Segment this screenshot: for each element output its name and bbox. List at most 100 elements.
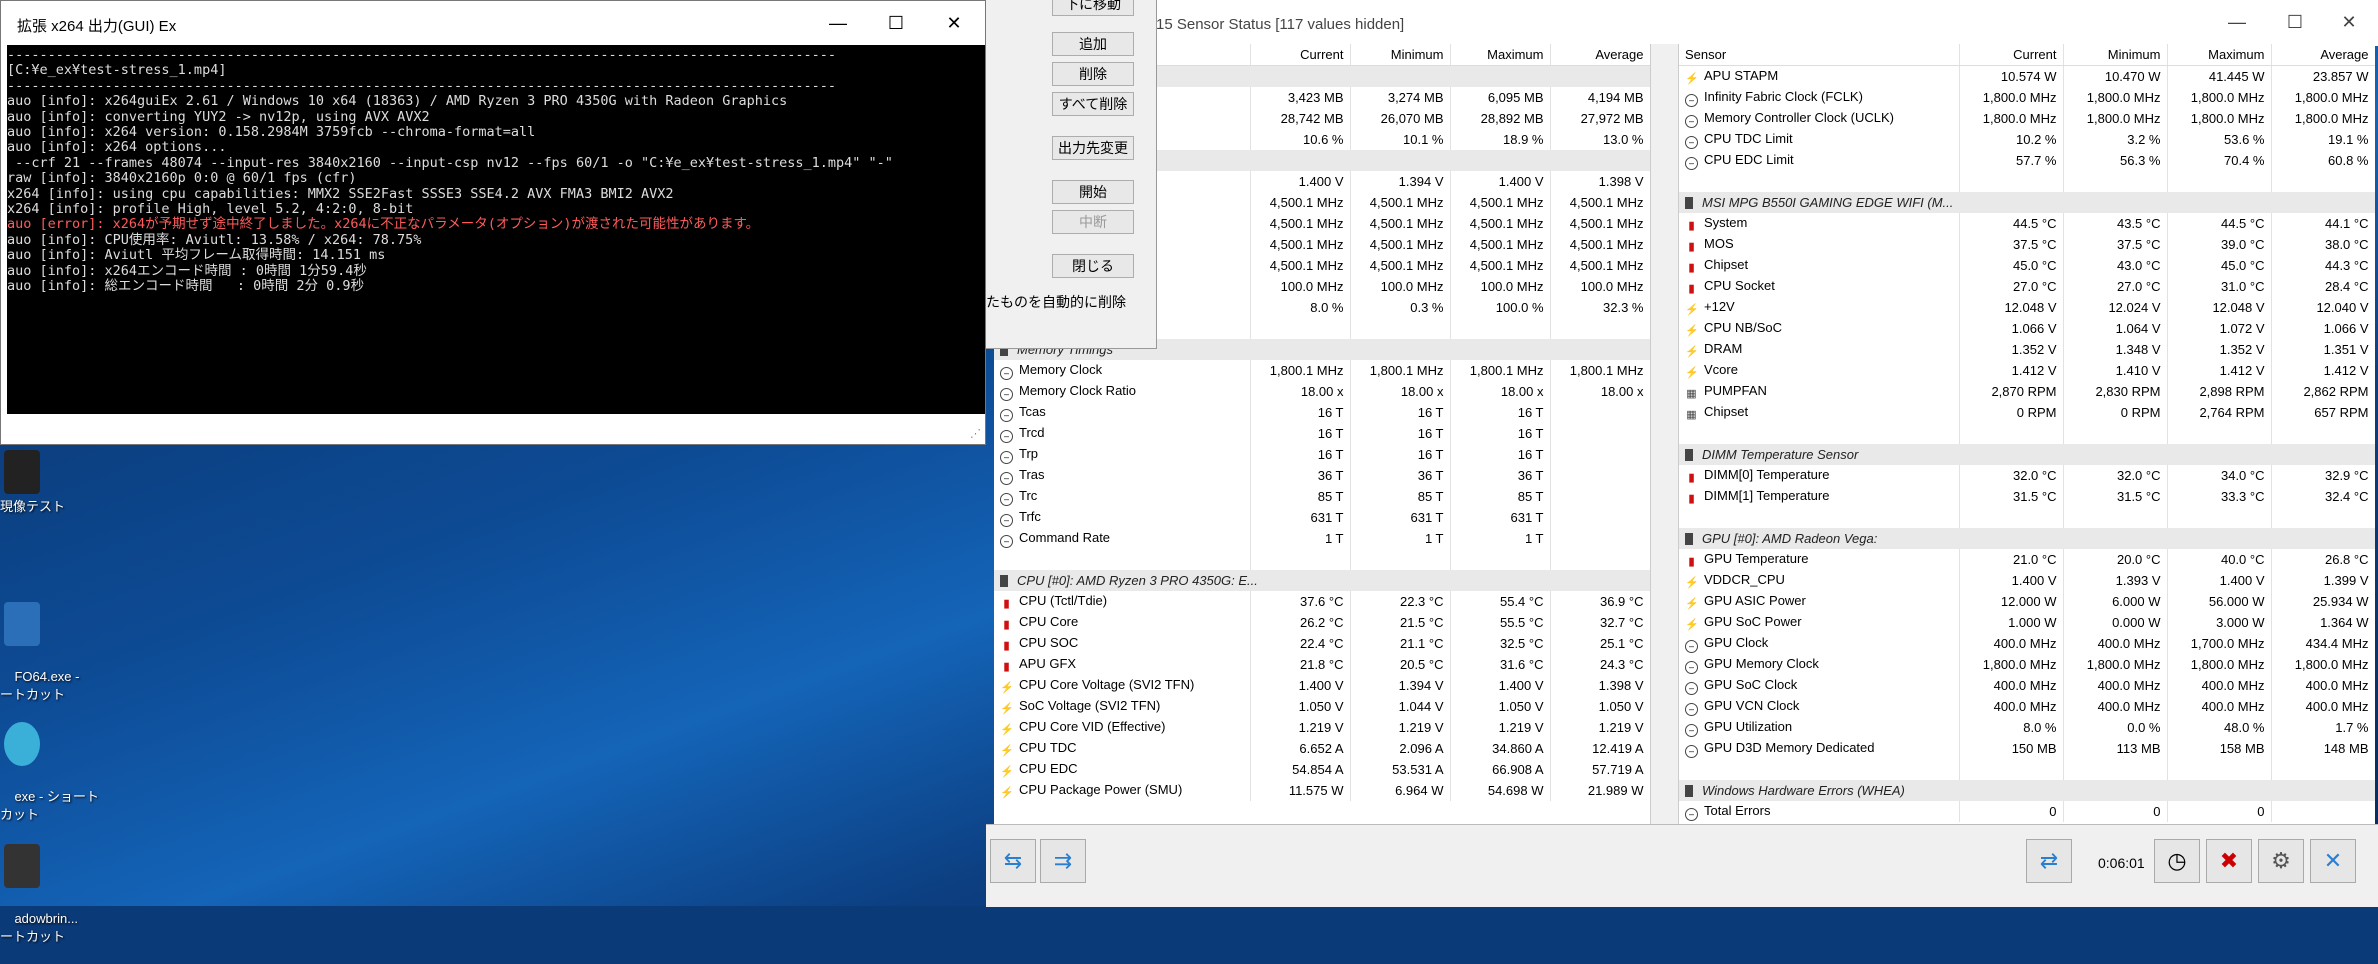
sensor-row[interactable]: ⚡ DRAM 1.352 V 1.348 V 1.352 V 1.351 V [1679,339,2375,360]
prev-sensor-icon[interactable]: ⇆ [990,839,1036,883]
sensor-group-header[interactable]: DIMM Temperature Sensor [1679,444,2375,465]
change-output-button[interactable]: 出力先変更 [1052,136,1134,160]
sensor-row[interactable]: ▮ MOS 37.5 °C 37.5 °C 39.0 °C 38.0 °C [1679,234,2375,255]
resize-grip-icon[interactable]: ⋰ [970,427,981,440]
sensor-row[interactable]: ⚡ CPU NB/SoC 1.066 V 1.064 V 1.072 V 1.066 V [1679,318,2375,339]
sensor-row[interactable]: ▮ DIMM[0] Temperature 32.0 °C 32.0 °C 34.0 °… [1679,465,2375,486]
sensor-row[interactable]: ⚡ VDDCR_CPU 1.400 V 1.393 V 1.400 V 1.399 V [1679,570,2375,591]
sensor-row[interactable]: – GPU Memory Clock 1,800.0 MHz 1,800.0 MHz 1… [1679,654,2375,675]
sensor-row[interactable]: – Memory Clock Ratio 18.00 x 18.00 x 18.00 x… [994,381,1650,402]
column-header-maximum[interactable]: Maximum [2167,44,2272,66]
sensor-row[interactable]: ⚡ CPU Core Voltage (SVI2 TFN) 1.400 V 1.394… [994,675,1650,696]
column-header-current[interactable]: Current [1959,44,2064,66]
desktop-icon-4[interactable]: adowbrin... ートカット [0,808,80,964]
move-down-button[interactable]: 下に移動 [1052,0,1134,16]
sensor-row[interactable]: ▮ APU GFX 21.8 °C 20.5 °C 31.6 °C 24.3 °C [994,654,1650,675]
sensor-row[interactable]: – Trcd 16 T 16 T 16 T [994,423,1650,444]
close-icon[interactable]: ✕ [2310,839,2356,883]
sensor-row[interactable]: – GPU Clock 400.0 MHz 400.0 MHz 1,700.0 MHz 4… [1679,633,2375,654]
add-button[interactable]: 追加 [1052,32,1134,56]
sensor-row[interactable]: – GPU VCN Clock 400.0 MHz 400.0 MHz 400.0 MH… [1679,696,2375,717]
sensor-row[interactable]: – Memory Clock 1,800.1 MHz 1,800.1 MHz 1,800… [994,360,1650,381]
console-output[interactable]: ----------------------------------------… [7,45,985,414]
sensor-value-avg: 1.364 W [2271,612,2375,633]
delete-all-button[interactable]: すべて削除 [1052,92,1134,116]
next-sensor-icon[interactable]: ⇉ [1040,839,1086,883]
x264-titlebar[interactable]: 拡張 x264 出力(GUI) Ex — ☐ ✕ [1,1,985,45]
sensor-row[interactable]: – GPU SoC Clock 400.0 MHz 400.0 MHz 400.0 MH… [1679,675,2375,696]
sensor-row[interactable]: – Tcas 16 T 16 T 16 T [994,402,1650,423]
sensor-group-header[interactable]: GPU [#0]: AMD Radeon Vega: [1679,528,2375,549]
delete-button[interactable]: 削除 [1052,62,1134,86]
sensor-row[interactable]: ⚡ CPU Package Power (SMU) 11.575 W 6.964 W5… [994,780,1650,801]
gear-icon[interactable]: ⚙ [2258,839,2304,883]
maximize-button[interactable]: ☐ [867,1,925,45]
sensor-row[interactable]: – Total Errors 0 0 0 [1679,801,2375,822]
sync-icon[interactable]: ⇄ [2026,839,2072,883]
sensor-row[interactable]: ▦ PUMPFAN 2,870 RPM 2,830 RPM 2,898 RPM 2,862… [1679,381,2375,402]
panel-splitter[interactable] [1650,44,1679,824]
sensor-row[interactable]: ▮ DIMM[1] Temperature 31.5 °C 31.5 °C 33.3 °… [1679,486,2375,507]
reset-icon[interactable]: ✖ [2206,839,2252,883]
sensor-row[interactable]: – Trfc 631 T 631 T 631 T [994,507,1650,528]
column-header-average[interactable]: Average [2271,44,2375,66]
sensor-row[interactable]: – Trp 16 T 16 T 16 T [994,444,1650,465]
sensor-row[interactable]: – GPU D3D Memory Dedicated 150 MB 113 MB 158… [1679,738,2375,759]
minimize-button[interactable]: — [809,1,867,45]
console-line: auo [error]: x264が予期せず途中終了しました。x264に不正なパ… [7,216,760,233]
sensor-panel-right[interactable]: Sensor Current Minimum Maximum Average ⚡ APU S… [1679,44,2375,824]
minimize-button[interactable]: — [2208,0,2266,44]
sensor-value-avg: 60.8 % [2271,150,2375,171]
hwinfo-titlebar[interactable]: 15 Sensor Status [117 values hidden] — ☐… [1156,0,2378,46]
sensor-row[interactable]: – CPU EDC Limit 57.7 % 56.3 % 70.4 % 60.8 % [1679,150,2375,171]
sensor-row[interactable]: ▮ CPU (Tctl/Tdie) 37.6 °C 22.3 °C 55.4 °C 36.… [994,591,1650,612]
sensor-row[interactable]: ⚡ Vcore 1.412 V 1.410 V 1.412 V 1.412 V [1679,360,2375,381]
sensor-row[interactable]: ▮ CPU Socket 27.0 °C 27.0 °C 31.0 °C 28.4 °C [1679,276,2375,297]
sensor-row[interactable]: ⚡ CPU TDC 6.652 A 2.096 A 34.860 A 12.419 A [994,738,1650,759]
sensor-row[interactable]: ⚡ +12V 12.048 V 12.024 V 12.048 V 12.040 V [1679,297,2375,318]
sensor-value-min: 1,800.0 MHz [2063,87,2168,108]
sensor-row[interactable]: ⚡ GPU SoC Power 1.000 W 0.000 W 3.000 W 1.364… [1679,612,2375,633]
auto-delete-option[interactable]: たものを自動的に削除 [986,292,1126,312]
column-header-sensor[interactable]: Sensor [1679,44,1960,66]
sensor-group-header[interactable]: Windows Hardware Errors (WHEA) [1679,780,2375,801]
sensor-name: GPU ASIC Power [1704,592,1806,608]
sensor-row[interactable]: ⚡ SoC Voltage (SVI2 TFN) 1.050 V 1.044 V 1.0… [994,696,1650,717]
close-panel-button[interactable]: 閉じる [1052,254,1134,278]
sensor-group-header[interactable]: CPU [#0]: AMD Ryzen 3 PRO 4350G: E... [994,570,1650,591]
sensor-row[interactable]: – CPU TDC Limit 10.2 % 3.2 % 53.6 % 19.1 % [1679,129,2375,150]
sensor-row[interactable]: ⚡ CPU Core VID (Effective) 1.219 V 1.219 V1… [994,717,1650,738]
desktop-icon-1[interactable]: 現像テスト [0,450,80,516]
column-header-average[interactable]: Average [1550,44,1650,66]
maximize-button[interactable]: ☐ [2266,0,2324,44]
sensor-row[interactable]: ⚡ GPU ASIC Power 12.000 W 6.000 W 56.000 W 25… [1679,591,2375,612]
sensor-row[interactable]: ⚡ APU STAPM 10.574 W 10.470 W 41.445 W 23.857… [1679,65,2375,87]
clock-icon[interactable]: ◷ [2154,839,2200,883]
sensor-row[interactable]: – GPU Utilization 8.0 % 0.0 % 48.0 % 1.7 % [1679,717,2375,738]
spacer-row [1679,759,2375,780]
column-header-minimum[interactable]: Minimum [2063,44,2168,66]
sensor-row[interactable]: ▮ CPU SOC 22.4 °C 21.1 °C 32.5 °C 25.1 °C [994,633,1650,654]
start-button[interactable]: 開始 [1052,180,1134,204]
chip-icon [1685,785,1693,797]
column-header-minimum[interactable]: Minimum [1350,44,1451,66]
sensor-row[interactable]: ▮ Chipset 45.0 °C 43.0 °C 45.0 °C 44.3 °C [1679,255,2375,276]
column-header-maximum[interactable]: Maximum [1450,44,1551,66]
sensor-row[interactable]: ▮ GPU Temperature 21.0 °C 20.0 °C 40.0 °C 26.… [1679,549,2375,570]
sensor-row[interactable]: – Trc 85 T 85 T 85 T [994,486,1650,507]
sensor-row[interactable]: – Tras 36 T 36 T 36 T [994,465,1650,486]
sensor-row[interactable]: ▮ System 44.5 °C 43.5 °C 44.5 °C 44.1 °C [1679,213,2375,234]
sensor-row[interactable]: – Memory Controller Clock (UCLK) 1,800.0 M… [1679,108,2375,129]
sensor-name: Vcore [1704,361,1738,377]
sensor-value-avg: 1,800.0 MHz [2271,87,2375,108]
column-header-current[interactable]: Current [1250,44,1351,66]
sensor-row[interactable]: – Command Rate 1 T1 T1 T [994,528,1650,549]
sensor-row[interactable]: ▮ CPU Core 26.2 °C 21.5 °C 55.5 °C 32.7 °C [994,612,1650,633]
close-button[interactable]: ✕ [2320,0,2378,44]
sensor-group-header[interactable]: MSI MPG B550I GAMING EDGE WIFI (M... [1679,192,2375,213]
sensor-value-avg: 32.9 °C [2271,465,2375,486]
close-button[interactable]: ✕ [925,1,983,45]
sensor-row[interactable]: – Infinity Fabric Clock (FCLK) 1,800.0 MHz… [1679,87,2375,108]
sensor-row[interactable]: ⚡ CPU EDC 54.854 A 53.531 A 66.908 A 57.719 A [994,759,1650,780]
sensor-row[interactable]: ▦ Chipset 0 RPM 0 RPM 2,764 RPM 657 RPM [1679,402,2375,423]
